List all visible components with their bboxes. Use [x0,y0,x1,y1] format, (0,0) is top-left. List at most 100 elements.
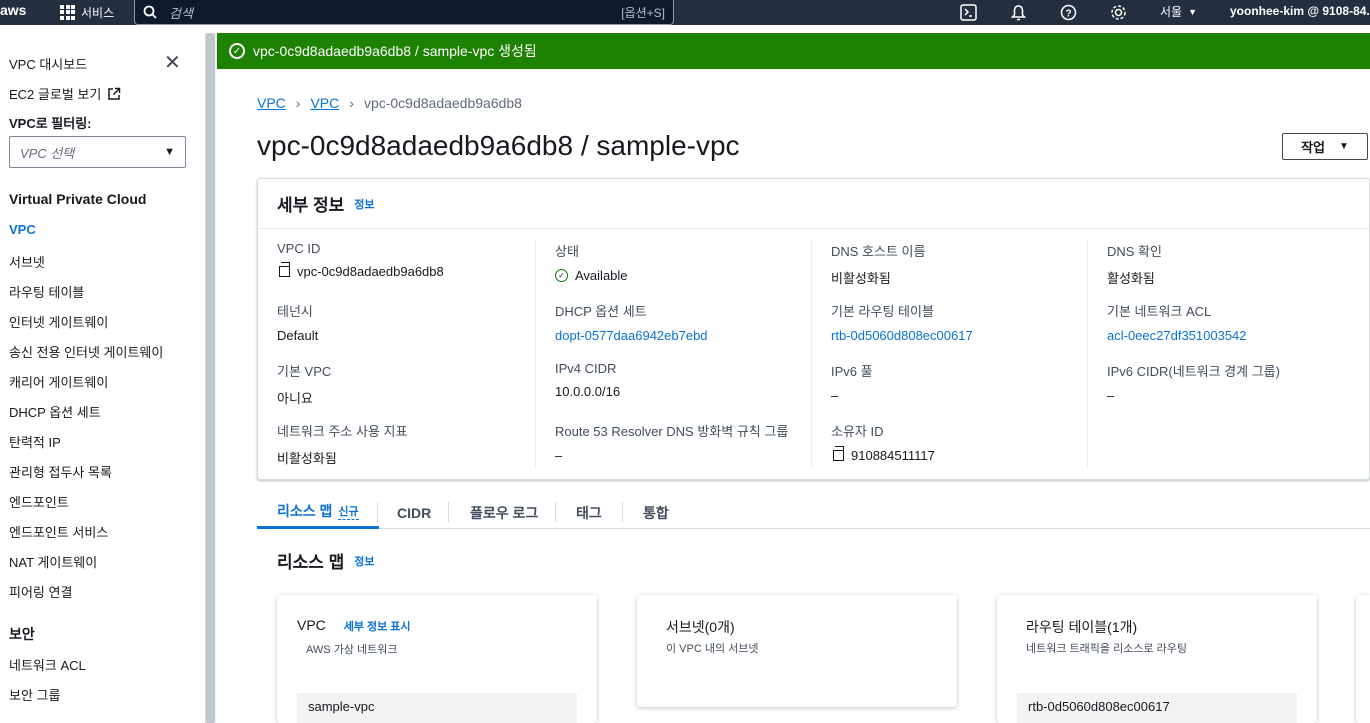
sidebar-item-egress-only-igw[interactable]: 송신 전용 인터넷 게이트웨이 [9,342,163,361]
ec2-global-label: EC2 글로벌 보기 [9,87,102,102]
state-key: 상태 [555,244,579,259]
caret-down-icon: ▼ [1188,6,1198,17]
sidebar-item-endpoint-services[interactable]: 엔드포인트 서비스 [9,522,108,541]
sidebar-item-route-tables[interactable]: 라우팅 테이블 [9,282,84,301]
details-header: 세부 정보 정보 [258,179,1369,229]
sidebar-item-network-acl[interactable]: 네트워크 ACL [9,655,86,674]
check-circle-icon: ✓ [229,43,245,59]
sidebar-section-vpc: Virtual Private Cloud [9,191,147,207]
tab-divider [448,502,449,522]
ipv4-cidr-key: IPv4 CIDR [555,361,617,376]
route-table-card: 라우팅 테이블(1개) 네트워크 트래픽을 리소스로 라우팅 rtb-0d506… [997,595,1317,723]
sidebar-section-security: 보안 [9,626,35,642]
dhcp-link[interactable]: dopt-0577daa6942eb7ebd [555,328,708,343]
breadcrumb-vpc-list[interactable]: VPC [310,95,339,111]
sidebar-item-prefix-lists[interactable]: 관리형 접두사 목록 [9,462,112,481]
tab-divider [377,502,378,522]
vpc-card-item[interactable]: sample-vpc [297,693,577,723]
region-selector[interactable]: 서울 ▼ [1160,3,1197,20]
sidebar-item-dashboard[interactable]: VPC 대시보드 [9,54,87,73]
services-label: 서비스 [81,5,115,20]
vpc-filter-placeholder: VPC 선택 [20,145,75,161]
sidebar-item-peering[interactable]: 피어링 연결 [9,582,72,601]
info-link[interactable]: 정보 [354,553,374,569]
ipv6-cidr-value: – [1107,388,1115,403]
default-vpc-value: 아니요 [277,391,313,406]
copy-icon[interactable] [833,446,844,461]
show-details-link[interactable]: 세부 정보 표시 [344,621,411,633]
tab-tags[interactable]: 태그 [576,496,602,529]
chevron-right-icon: › [349,95,354,111]
top-navigation: aws 서비스 검색 [옵션+S] ? 서울 ▼ yoonhee-kim @ 9… [0,0,1370,25]
dns-hostnames-value: 비활성화됨 [831,271,891,286]
sidebar-scrollbar-thumb[interactable] [206,33,215,723]
owner-id-key: 소유자 ID [831,424,884,439]
main-acl-link[interactable]: acl-0eec27df351003542 [1107,328,1247,343]
breadcrumb-current: vpc-0c9d8adaedb9a6db8 [363,95,522,111]
close-icon[interactable]: ✕ [164,53,181,73]
vpc-card-heading: VPC 세부 정보 표시 [297,617,411,634]
tab-flow-logs[interactable]: 플로우 로그 [470,496,538,529]
help-icon[interactable]: ? [1058,2,1078,22]
sidebar-item-security-groups[interactable]: 보안 그룹 [9,685,60,704]
tab-integration[interactable]: 통합 [643,496,669,529]
aws-logo[interactable]: aws [0,0,34,25]
route-table-card-item[interactable]: rtb-0d5060d808ec00617 [1017,693,1297,723]
resource-map-heading: 리소스 맵 정보 [277,548,375,573]
svg-text:?: ? [1065,8,1071,19]
vpc-id-key: VPC ID [277,241,321,256]
sidebar-item-nat-gateways[interactable]: NAT 게이트웨이 [9,552,97,571]
tab-resource-map[interactable]: 리소스 맵 신규 [257,496,379,529]
new-badge: 신규 [338,503,359,520]
tab-divider [555,502,556,522]
sidebar-item-ec2-global[interactable]: EC2 글로벌 보기 [9,84,121,103]
vpc-card: VPC 세부 정보 표시 AWS 가상 네트워크 sample-vpc [277,595,597,723]
sidebar-item-dhcp-options[interactable]: DHCP 옵션 세트 [9,402,101,421]
search-placeholder: 검색 [169,5,193,21]
caret-down-icon: ▼ [1339,141,1349,152]
vpc-card-subtitle: AWS 가상 네트워크 [306,644,398,656]
search-input[interactable]: 검색 [옵션+S] [134,0,674,25]
sidebar-item-subnets[interactable]: 서브넷 [9,252,45,271]
breadcrumb-vpc-console[interactable]: VPC [257,95,286,111]
vpc-filter-select[interactable]: VPC 선택 ▼ [9,136,186,168]
gear-icon[interactable] [1108,2,1128,22]
services-menu-button[interactable]: 서비스 [60,2,114,22]
sidebar: VPC 대시보드 ✕ EC2 글로벌 보기 VPC로 필터링: VPC 선택 ▼… [0,25,205,723]
account-menu[interactable]: yoonhee-kim @ 9108-84... [1230,4,1370,18]
check-circle-icon: ✓ [555,269,568,282]
tenancy-key: 테넌시 [277,304,313,319]
dns-resolution-value: 활성화됨 [1107,271,1155,286]
actions-button[interactable]: 작업 ▼ [1282,133,1368,160]
sidebar-item-endpoints[interactable]: 엔드포인트 [9,492,69,511]
route53-value: – [555,448,563,463]
info-link[interactable]: 정보 [354,196,374,212]
search-shortcut: [옵션+S] [621,5,665,20]
sidebar-item-carrier-gateways[interactable]: 캐리어 게이트웨이 [9,372,108,391]
details-column-4: DNS 확인 활성화됨 기본 네트워크 ACL acl-0eec27df351003… [1087,239,1363,469]
bell-icon[interactable] [1008,2,1028,22]
details-column-2: 상태 ✓ Available DHCP 옵션 세트 dopt-0577daa6942e… [535,239,811,469]
search-icon [143,5,157,19]
details-column-3: DNS 호스트 이름 비활성화됨 기본 라우팅 테이블 rtb-0d5060d808… [811,239,1087,469]
details-column-1: VPC ID vpc-0c9d8adaedb9a6db8 테넌시 Default 기… [258,239,534,469]
next-card-edge [1356,595,1370,723]
details-panel: 세부 정보 정보 VPC ID vpc-0c9d8adaedb9a6db8 테넌시… [257,178,1370,480]
success-banner: ✓ vpc-0c9d8adaedb9a6db8 / sample-vpc 생성됨 [217,33,1370,69]
vpc-card-title: VPC [297,617,326,633]
copy-icon[interactable] [279,262,290,277]
tab-cidr[interactable]: CIDR [397,496,431,529]
dhcp-key: DHCP 옵션 세트 [555,304,647,319]
tab-bar: 리소스 맵 신규 CIDR 플로우 로그 태그 통합 [257,496,1370,529]
cloudshell-icon[interactable] [958,2,978,22]
dns-resolution-key: DNS 확인 [1107,244,1162,259]
actions-label: 작업 [1301,140,1325,155]
sidebar-item-elastic-ip[interactable]: 탄력적 IP [9,432,61,451]
sidebar-item-internet-gateways[interactable]: 인터넷 게이트웨이 [9,312,108,331]
main-route-table-link[interactable]: rtb-0d5060d808ec00617 [831,328,973,343]
network-usage-key: 네트워크 주소 사용 지표 [277,424,408,439]
sidebar-item-vpc[interactable]: VPC [9,222,36,237]
ipv4-cidr-value: 10.0.0.0/16 [555,384,621,399]
subnet-card: 서브넷(0개) 이 VPC 내의 서브넷 [637,595,957,707]
tab-resource-map-label: 리소스 맵 [277,503,333,519]
